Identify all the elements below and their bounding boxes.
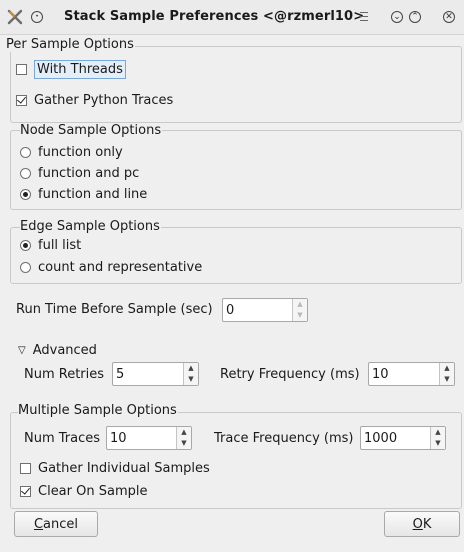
num-traces-value[interactable]: 10 bbox=[110, 431, 127, 446]
trace-frequency-stepper-icon[interactable]: ▲ ▼ bbox=[430, 427, 445, 449]
node-sample-options-title: Node Sample Options bbox=[20, 123, 163, 138]
gather-individual-label: Gather Individual Samples bbox=[38, 461, 210, 476]
run-time-stepper-icon[interactable]: ▲ ▼ bbox=[292, 299, 307, 321]
maximize-icon[interactable]: ⌃ bbox=[406, 8, 424, 26]
radio-full-list-label: full list bbox=[38, 238, 82, 253]
clear-on-sample-label: Clear On Sample bbox=[38, 484, 148, 499]
ok-mnemonic: O bbox=[412, 516, 423, 532]
num-retries-value[interactable]: 5 bbox=[116, 367, 124, 382]
app-icon bbox=[6, 8, 24, 26]
radio-function-only-label: function only bbox=[38, 145, 123, 160]
gather-individual-check-icon[interactable] bbox=[20, 463, 31, 474]
close-icon[interactable]: ✕ bbox=[440, 8, 458, 26]
trace-frequency-spinbox[interactable]: 1000 ▲ ▼ bbox=[360, 426, 446, 450]
ok-button[interactable]: OK bbox=[384, 511, 460, 537]
clear-on-sample-checkbox[interactable]: Clear On Sample bbox=[20, 484, 147, 499]
num-traces-stepper-icon[interactable]: ▲ ▼ bbox=[176, 427, 191, 449]
retry-frequency-stepper-icon[interactable]: ▲ ▼ bbox=[439, 363, 454, 385]
cancel-button[interactable]: Cancel bbox=[14, 511, 98, 537]
trace-frequency-label: Trace Frequency (ms) bbox=[214, 431, 354, 446]
retry-frequency-spinbox[interactable]: 10 ▲ ▼ bbox=[368, 362, 455, 386]
gather-python-check-icon[interactable] bbox=[16, 95, 27, 106]
minimize-icon[interactable]: ⌄ bbox=[388, 8, 406, 26]
num-traces-spinbox[interactable]: 10 ▲ ▼ bbox=[106, 426, 192, 450]
gather-individual-samples-checkbox[interactable]: Gather Individual Samples bbox=[20, 461, 210, 476]
radio-count-and-representative-label: count and representative bbox=[38, 260, 203, 275]
ok-label: K bbox=[422, 516, 432, 532]
radio-function-and-pc-icon[interactable] bbox=[20, 168, 31, 179]
multiple-sample-options-title: Multiple Sample Options bbox=[18, 403, 178, 418]
cancel-mnemonic: C bbox=[33, 516, 44, 532]
expand-triangle-icon[interactable]: ▽ bbox=[18, 345, 26, 356]
radio-function-and-line-label: function and line bbox=[38, 187, 148, 202]
radio-function-and-line[interactable]: function and line bbox=[20, 187, 147, 202]
per-sample-options-group bbox=[10, 46, 462, 123]
num-retries-stepper-icon[interactable]: ▲ ▼ bbox=[183, 363, 198, 385]
advanced-label: Advanced bbox=[32, 343, 97, 358]
radio-count-and-representative-icon[interactable] bbox=[20, 262, 31, 273]
window-title: Stack Sample Preferences <@rzmerl10> bbox=[64, 9, 365, 24]
edge-sample-options-group bbox=[10, 227, 462, 284]
radio-full-list[interactable]: full list bbox=[20, 238, 81, 253]
cancel-label: ancel bbox=[43, 516, 79, 532]
radio-function-and-pc[interactable]: function and pc bbox=[20, 166, 139, 181]
title-bar: • Stack Sample Preferences <@rzmerl10> ⌄… bbox=[0, 0, 464, 35]
advanced-toggle[interactable]: ▽ Advanced bbox=[18, 343, 97, 358]
num-retries-label: Num Retries bbox=[24, 367, 105, 382]
edge-sample-options-title: Edge Sample Options bbox=[20, 219, 161, 234]
radio-function-only-icon[interactable] bbox=[20, 147, 31, 158]
clear-on-sample-check-icon[interactable] bbox=[20, 486, 31, 497]
radio-function-only[interactable]: function only bbox=[20, 145, 123, 160]
run-time-value[interactable]: 0 bbox=[226, 303, 234, 318]
with-threads-check-icon[interactable] bbox=[16, 64, 27, 75]
window-menu-icon[interactable]: • bbox=[28, 8, 46, 26]
drag-handle-icon bbox=[360, 12, 368, 24]
per-sample-options-title: Per Sample Options bbox=[6, 37, 135, 52]
radio-function-and-line-icon[interactable] bbox=[20, 189, 31, 200]
run-time-spinbox[interactable]: 0 ▲ ▼ bbox=[222, 298, 308, 322]
with-threads-label: With Threads bbox=[34, 60, 126, 79]
radio-full-list-icon[interactable] bbox=[20, 240, 31, 251]
radio-count-and-representative[interactable]: count and representative bbox=[20, 260, 202, 275]
retry-frequency-label: Retry Frequency (ms) bbox=[220, 367, 360, 382]
gather-python-label: Gather Python Traces bbox=[34, 93, 174, 108]
gather-python-traces-checkbox[interactable]: Gather Python Traces bbox=[16, 93, 173, 108]
num-traces-label: Num Traces bbox=[24, 431, 101, 446]
trace-frequency-value[interactable]: 1000 bbox=[364, 431, 397, 446]
with-threads-checkbox[interactable]: With Threads bbox=[16, 60, 126, 79]
run-time-label: Run Time Before Sample (sec) bbox=[16, 302, 213, 317]
retry-frequency-value[interactable]: 10 bbox=[372, 367, 389, 382]
num-retries-spinbox[interactable]: 5 ▲ ▼ bbox=[112, 362, 199, 386]
radio-function-and-pc-label: function and pc bbox=[38, 166, 140, 181]
